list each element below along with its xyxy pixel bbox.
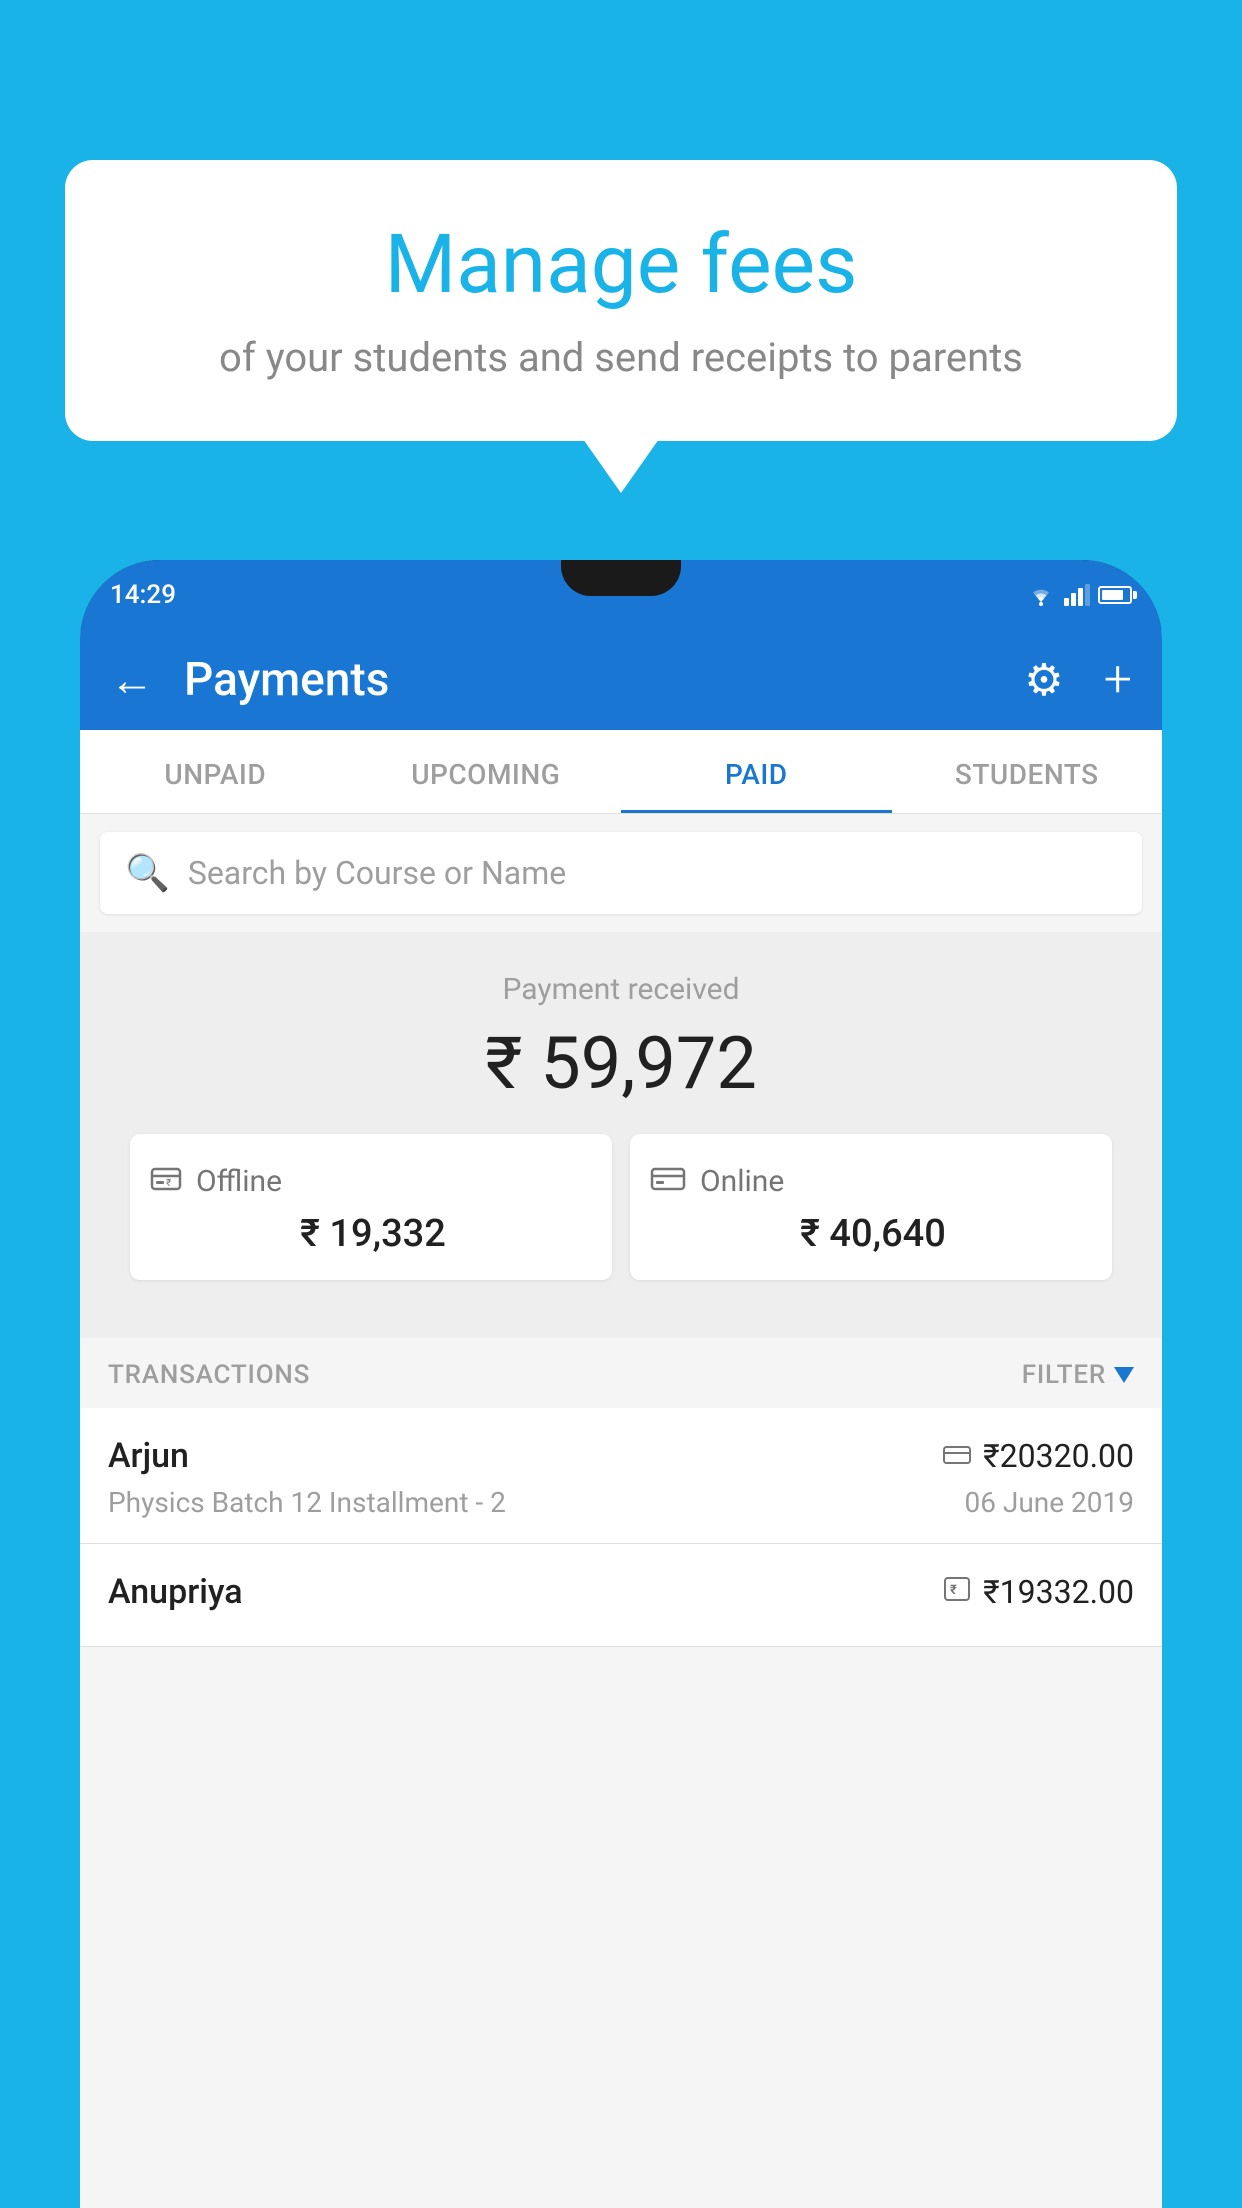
online-payment-card: Online ₹ 40,640 [630,1134,1112,1280]
battery-icon [1098,586,1132,604]
online-label: Online [700,1164,784,1199]
wifi-icon [1026,584,1056,606]
signal-icon [1064,584,1090,606]
phone-frame: 14:29 ← Payme [80,560,1162,2208]
settings-icon[interactable]: ⚙ [1024,654,1063,706]
header-title: Payments [184,653,1004,707]
search-input[interactable]: Search by Course or Name [188,854,566,892]
transaction-row-top: Anupriya ₹ ₹19332.00 [108,1572,1134,1612]
offline-amount: ₹ 19,332 [150,1212,592,1256]
transaction-amount-row: ₹20320.00 [943,1437,1134,1475]
tab-unpaid[interactable]: UNPAID [80,730,351,813]
speech-bubble: Manage fees of your students and send re… [65,160,1177,441]
search-container[interactable]: 🔍 Search by Course or Name [100,832,1142,914]
back-button[interactable]: ← [110,654,154,706]
search-icon: 🔍 [125,852,170,894]
transaction-amount: ₹20320.00 [983,1437,1134,1475]
filter-icon [1114,1367,1134,1383]
online-amount: ₹ 40,640 [650,1212,1092,1256]
offline-payment-card: ₹ Offline ₹ 19,332 [130,1134,612,1280]
svg-text:₹: ₹ [950,1583,957,1598]
payment-type-icon: ₹ [943,1576,971,1609]
transactions-label: TRANSACTIONS [108,1360,310,1390]
transaction-item[interactable]: Arjun ₹20320.00 Physics Batch 12 Install… [80,1408,1162,1544]
transaction-amount: ₹19332.00 [983,1573,1134,1611]
svg-text:₹: ₹ [166,1178,171,1189]
transaction-row-top: Arjun ₹20320.00 [108,1436,1134,1476]
status-icons [1026,584,1132,606]
payment-received-label: Payment received [110,972,1132,1007]
tab-paid[interactable]: PAID [621,730,892,813]
status-time: 14:29 [110,580,176,610]
payment-total-amount: ₹ 59,972 [110,1021,1132,1106]
transaction-course: Physics Batch 12 Installment - 2 [108,1486,506,1519]
transaction-name: Anupriya [108,1572,243,1612]
tab-students[interactable]: STUDENTS [892,730,1163,813]
payment-cards-row: ₹ Offline ₹ 19,332 [110,1134,1132,1308]
offline-card-top: ₹ Offline [150,1162,592,1200]
online-card-top: Online [650,1162,1092,1200]
offline-icon: ₹ [150,1162,182,1200]
offline-label: Offline [196,1164,282,1199]
transaction-amount-row: ₹ ₹19332.00 [943,1573,1134,1611]
payment-type-icon [943,1440,971,1473]
phone-notch [561,560,681,596]
transaction-date: 06 June 2019 [964,1486,1134,1519]
bubble-subtitle: of your students and send receipts to pa… [115,330,1127,386]
transactions-header: TRANSACTIONS FILTER [80,1338,1162,1408]
tabs-bar: UNPAID UPCOMING PAID STUDENTS [80,730,1162,814]
filter-button[interactable]: FILTER [1022,1360,1134,1390]
bubble-title: Manage fees [115,220,1127,310]
phone-screen: ← Payments ⚙ + UNPAID UPCOMING PAID STUD… [80,630,1162,2208]
app-header: ← Payments ⚙ + [80,630,1162,730]
tab-upcoming[interactable]: UPCOMING [351,730,622,813]
transaction-details-row: Physics Batch 12 Installment - 2 06 June… [108,1486,1134,1519]
online-icon [650,1162,686,1200]
transaction-name: Arjun [108,1436,189,1476]
payment-received-section: Payment received ₹ 59,972 ₹ [80,932,1162,1338]
transaction-item[interactable]: Anupriya ₹ ₹19332.00 [80,1544,1162,1647]
add-button[interactable]: + [1104,651,1132,709]
